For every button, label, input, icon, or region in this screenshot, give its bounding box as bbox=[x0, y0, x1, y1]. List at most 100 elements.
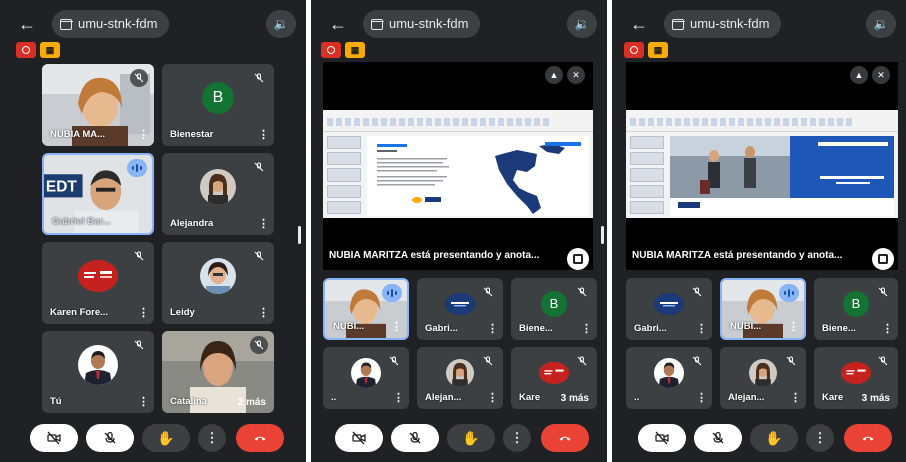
more-vert-icon[interactable]: ⋮ bbox=[258, 218, 269, 230]
more-vert-icon[interactable]: ⋮ bbox=[393, 392, 404, 404]
presentation-area[interactable]: ▲ ✕ NUBIA MARITZA está presentando y ano… bbox=[323, 62, 593, 270]
fullscreen-icon[interactable] bbox=[567, 248, 589, 270]
fullscreen-icon[interactable] bbox=[872, 248, 894, 270]
speaker-icon[interactable]: 🔉 bbox=[866, 10, 896, 38]
more-options-button[interactable]: ⋮ bbox=[503, 424, 531, 452]
meeting-code-button[interactable]: umu-stnk-fdm bbox=[52, 10, 170, 38]
arrow-left-icon[interactable]: ← bbox=[325, 11, 351, 37]
avatar bbox=[654, 358, 684, 389]
mic-off-icon bbox=[479, 352, 497, 370]
call-controls: ✋ ⋮ bbox=[311, 418, 607, 462]
more-vert-icon[interactable]: ⋮ bbox=[882, 323, 893, 335]
slide-thumbnails bbox=[630, 136, 664, 215]
meet-panel-grid: ← umu-stnk-fdm 🔉 ▦ NUBIA MA... ⋮ B Biene… bbox=[0, 0, 306, 462]
more-vert-icon: ⋮ bbox=[510, 430, 524, 445]
avatar bbox=[539, 362, 569, 385]
participant-tile[interactable]: Alejandra ⋮ bbox=[162, 153, 274, 235]
ribbon bbox=[626, 110, 898, 132]
more-vert-icon[interactable]: ⋮ bbox=[790, 392, 801, 404]
participant-tile-speaking[interactable]: NUBI... ⋮ bbox=[323, 278, 409, 340]
participant-name: Bienestar bbox=[170, 129, 214, 140]
more-options-button[interactable]: ⋮ bbox=[198, 424, 226, 452]
participant-tile[interactable]: B Biene... ⋮ bbox=[814, 278, 898, 340]
participant-tile[interactable]: Alejan... ⋮ bbox=[720, 347, 806, 409]
meeting-code-button[interactable]: umu-stnk-fdm bbox=[363, 10, 481, 38]
mic-off-icon bbox=[250, 247, 268, 265]
screenshot-collage: ← umu-stnk-fdm 🔉 ▦ NUBIA MA... ⋮ B Biene… bbox=[0, 0, 906, 462]
participant-tile-speaking[interactable]: EDT Gabriel Bar... bbox=[42, 153, 154, 235]
speaking-indicator-icon bbox=[779, 284, 799, 302]
arrow-left-icon[interactable]: ← bbox=[14, 11, 40, 37]
mic-toggle-button[interactable] bbox=[391, 424, 439, 452]
arrow-left-icon[interactable]: ← bbox=[626, 11, 652, 37]
more-vert-icon[interactable]: ⋮ bbox=[487, 323, 498, 335]
top-bar: ← umu-stnk-fdm 🔉 bbox=[612, 8, 906, 40]
camera-toggle-button[interactable] bbox=[335, 424, 383, 452]
pin-icon[interactable]: ▲ bbox=[850, 66, 868, 84]
participant-tile-overflow[interactable]: Catalina 2 más bbox=[162, 331, 274, 413]
participant-tile[interactable]: Alejan... ⋮ bbox=[417, 347, 503, 409]
participant-tile-overflow[interactable]: Kare 3 más bbox=[511, 347, 597, 409]
scrollbar[interactable] bbox=[601, 226, 604, 244]
camera-toggle-button[interactable] bbox=[30, 424, 78, 452]
more-vert-icon[interactable]: ⋮ bbox=[487, 392, 498, 404]
more-options-button[interactable]: ⋮ bbox=[806, 424, 834, 452]
camera-toggle-button[interactable] bbox=[638, 424, 686, 452]
participant-tile-self[interactable]: .. ⋮ bbox=[626, 347, 712, 409]
mic-off-icon bbox=[130, 336, 148, 354]
mic-off-icon bbox=[409, 431, 421, 444]
more-vert-icon[interactable]: ⋮ bbox=[581, 323, 592, 335]
participant-tile[interactable]: NUBIA MA... ⋮ bbox=[42, 64, 154, 146]
more-vert-icon[interactable]: ⋮ bbox=[258, 307, 269, 319]
svg-text:EDT: EDT bbox=[46, 179, 77, 196]
record-icon bbox=[321, 42, 341, 58]
avatar: B bbox=[541, 291, 567, 318]
mic-off-icon bbox=[385, 352, 403, 370]
more-vert-icon[interactable]: ⋮ bbox=[788, 321, 799, 333]
more-vert-icon[interactable]: ⋮ bbox=[138, 396, 149, 408]
shared-screen bbox=[323, 110, 593, 218]
participant-name: Alejan... bbox=[728, 392, 765, 403]
end-call-button[interactable] bbox=[844, 424, 892, 452]
presentation-area[interactable]: ▲ ✕ NUBIA MARITZA está presentando y ano… bbox=[626, 62, 898, 270]
participant-tile[interactable]: B Biene... ⋮ bbox=[511, 278, 597, 340]
avatar bbox=[200, 258, 236, 295]
meeting-code-button[interactable]: umu-stnk-fdm bbox=[664, 10, 782, 38]
presenting-label: NUBIA MARITZA está presentando y anota..… bbox=[632, 250, 843, 261]
speaker-icon[interactable]: 🔉 bbox=[567, 10, 597, 38]
mic-toggle-button[interactable] bbox=[694, 424, 742, 452]
participant-tile-self[interactable]: .. ⋮ bbox=[323, 347, 409, 409]
mic-off-icon bbox=[479, 283, 497, 301]
more-vert-icon[interactable]: ⋮ bbox=[138, 129, 149, 141]
more-participants-count: 3 más bbox=[560, 393, 589, 404]
participant-tile-speaking[interactable]: NUBI... ⋮ bbox=[720, 278, 806, 340]
mic-off-icon bbox=[688, 352, 706, 370]
end-call-button[interactable] bbox=[236, 424, 284, 452]
participant-tile[interactable]: Gabri... ⋮ bbox=[417, 278, 503, 340]
scrollbar[interactable] bbox=[298, 226, 301, 244]
raise-hand-button[interactable]: ✋ bbox=[447, 424, 495, 452]
pin-icon[interactable]: ▲ bbox=[545, 66, 563, 84]
avatar bbox=[749, 359, 777, 388]
participant-tile[interactable]: Leidy ⋮ bbox=[162, 242, 274, 324]
raise-hand-button[interactable]: ✋ bbox=[142, 424, 190, 452]
participant-name: Gabri... bbox=[425, 323, 458, 334]
participant-tile[interactable]: Gabri... ⋮ bbox=[626, 278, 712, 340]
participant-tile[interactable]: B Bienestar ⋮ bbox=[162, 64, 274, 146]
mic-toggle-button[interactable] bbox=[86, 424, 134, 452]
raise-hand-button[interactable]: ✋ bbox=[750, 424, 798, 452]
more-vert-icon[interactable]: ⋮ bbox=[391, 321, 402, 333]
speaking-indicator-icon bbox=[382, 284, 402, 302]
speaker-icon[interactable]: 🔉 bbox=[266, 10, 296, 38]
participant-tile-overflow[interactable]: Kare 3 más bbox=[814, 347, 898, 409]
end-call-button[interactable] bbox=[541, 424, 589, 452]
more-vert-icon[interactable]: ⋮ bbox=[138, 307, 149, 319]
participant-tile-self[interactable]: Tú ⋮ bbox=[42, 331, 154, 413]
avatar bbox=[78, 260, 118, 293]
avatar bbox=[445, 293, 475, 316]
more-vert-icon[interactable]: ⋮ bbox=[696, 392, 707, 404]
call-end-icon bbox=[559, 436, 571, 441]
more-vert-icon[interactable]: ⋮ bbox=[258, 129, 269, 141]
participant-tile[interactable]: Karen Fore... ⋮ bbox=[42, 242, 154, 324]
more-vert-icon[interactable]: ⋮ bbox=[696, 323, 707, 335]
